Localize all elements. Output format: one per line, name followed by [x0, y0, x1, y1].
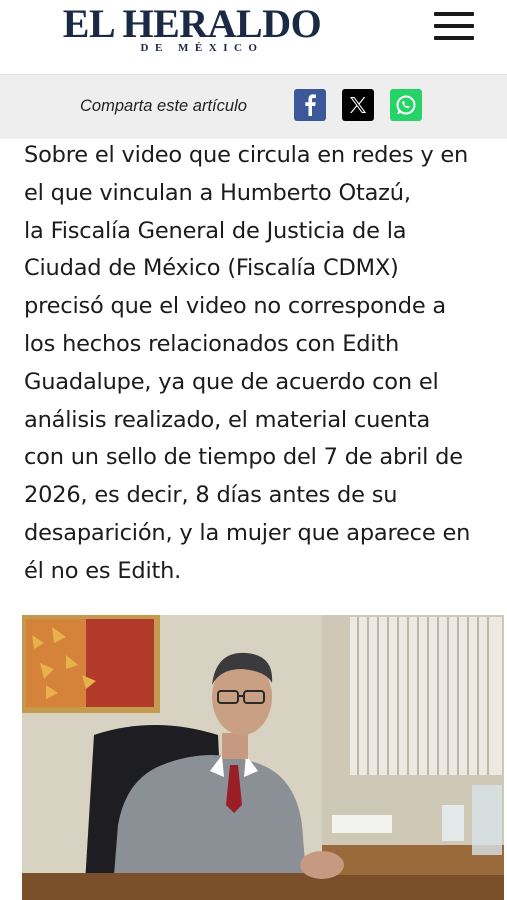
site-logo[interactable]: EL HERALDO DE MÉXICO — [32, 2, 352, 62]
hamburger-menu-icon[interactable] — [432, 10, 476, 42]
article-photo — [22, 615, 504, 900]
article-line: desaparición, y la mujer que aparece en — [24, 519, 471, 546]
site-header: EL HERALDO DE MÉXICO — [0, 0, 507, 75]
logo-subtitle: DE MÉXICO — [140, 42, 264, 54]
whatsapp-icon — [396, 95, 416, 115]
whatsapp-share-button[interactable] — [390, 89, 422, 121]
article-line: Sobre el video que circula en redes y en — [24, 142, 469, 168]
article-line: la Fiscalía General de Justicia de la — [24, 217, 407, 244]
logo-title: EL HERALDO — [62, 1, 322, 46]
share-label: Comparta este artículo — [80, 97, 247, 115]
article-line: él no es Edith. — [24, 557, 182, 584]
share-bar: Comparta este artículo — [0, 75, 507, 139]
article-line: 2026, es decir, 8 días antes de su — [24, 482, 398, 509]
article-line: Ciudad de México (Fiscalía CDMX) — [24, 255, 399, 282]
facebook-icon — [305, 94, 316, 116]
article-line: el que vinculan a Humberto Otazú, — [24, 179, 411, 206]
article-line: con un sello de tiempo del 7 de abril de — [24, 444, 463, 471]
article-line: precisó que el video no corresponde a — [24, 293, 447, 320]
article-line: análisis realizado, el material cuenta — [24, 406, 431, 433]
article-body: Sobre el video que circula en redes y en… — [24, 137, 504, 591]
article-line: los hechos relacionados con Edith — [24, 330, 400, 357]
facebook-share-button[interactable] — [294, 89, 326, 121]
x-share-button[interactable] — [342, 89, 374, 121]
x-icon — [350, 97, 367, 113]
article-line: Guadalupe, ya que de acuerdo con el — [24, 368, 439, 395]
office-photo-illustration — [22, 615, 504, 900]
